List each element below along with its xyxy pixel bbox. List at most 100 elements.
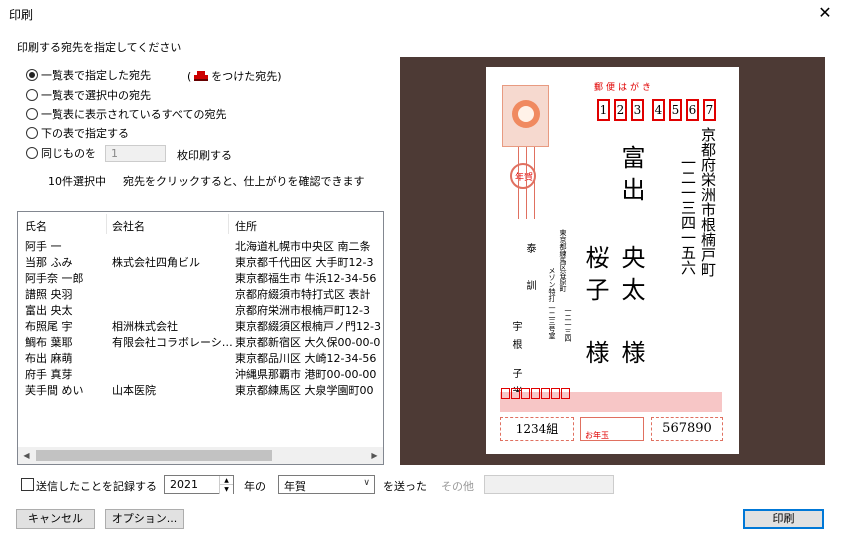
scroll-left-icon[interactable]: ◀	[18, 447, 35, 464]
radio-button[interactable]	[26, 147, 38, 159]
recipient-address-1: 京都府栄洲市根楠戸町	[699, 127, 717, 277]
greeting-kind-select[interactable]: 年賀 ∨	[278, 475, 375, 494]
cell-name: 阿手奈 一郎	[25, 272, 84, 285]
address-list[interactable]: 氏名 会社名 住所 阿手 一 北海道札幌市中央区 南二条 当那 ふみ 株式会社四…	[17, 211, 384, 465]
spin-down-icon[interactable]: ▼	[219, 485, 233, 494]
selection-count: 10件選択中	[48, 175, 106, 188]
sender-address-number: 一二一三四	[564, 307, 572, 342]
print-button[interactable]: 印刷	[743, 509, 824, 529]
list-row[interactable]: 府手 真芽 沖縄県那覇市 港町00-00-00	[18, 365, 383, 381]
print-preview-panel: 郵便はがき 1 2 3 4 5 6 7 年賀 京都府栄洲市根楠戸町 一二一三四一…	[400, 57, 825, 465]
cell-name: 芙手間 めい	[25, 384, 84, 397]
radio-option-list-selected[interactable]: 一覧表で選択中の宛先	[26, 87, 151, 103]
cell-name: 阿手 一	[25, 240, 62, 253]
list-row[interactable]: 布出 麻萌 東京都品川区 大崎12-34-56	[18, 349, 383, 365]
recipient-honorific-1: 様	[617, 340, 645, 364]
other-input[interactable]	[484, 475, 614, 494]
zip-digit: 4	[652, 99, 665, 121]
recipient-family-name: 富出	[617, 145, 645, 209]
cell-address: 京都府栄洲市根楠戸町12-3	[235, 304, 370, 317]
year-unit-label: 年の	[244, 480, 266, 493]
recipient-honorific-2: 様	[581, 340, 609, 364]
list-row[interactable]: 鯛布 葉耶 有限会社コラボレーシ… 東京都新宿区 大久保00-00-0	[18, 333, 383, 349]
radio-option-same-copies[interactable]: 同じものを	[26, 145, 96, 161]
list-row[interactable]: 芙手間 めい 山本医院 東京都練馬区 大泉学園町00	[18, 381, 383, 397]
postmark-icon: 年賀	[510, 163, 536, 189]
radio-label: 一覧表で選択中の宛先	[41, 89, 151, 102]
header-company[interactable]: 会社名	[112, 218, 145, 234]
zip-digit: 1	[597, 99, 610, 121]
chevron-down-icon: ∨	[363, 478, 370, 488]
recipient-given-name-2: 桜子	[581, 245, 609, 309]
cancel-button[interactable]: キャンセル	[16, 509, 95, 529]
radio-label: 一覧表に表示されているすべての宛先	[41, 108, 227, 121]
zip-digit: 6	[686, 99, 699, 121]
list-row[interactable]: 阿手奈 一郎 東京都福生市 牛浜12-34-56	[18, 269, 383, 285]
spin-up-icon[interactable]: ▲	[219, 476, 233, 485]
kind-value: 年賀	[284, 480, 306, 493]
title-bar: 印刷 ✕	[0, 0, 844, 28]
cell-address: 東京都千代田区 大手町12-3	[235, 256, 374, 269]
scroll-right-icon[interactable]: ▶	[366, 447, 383, 464]
zip-digit: 5	[669, 99, 682, 121]
stamp-image	[502, 85, 549, 147]
cell-name: 布出 麻萌	[25, 352, 73, 365]
header-divider[interactable]	[228, 214, 229, 234]
print-mark-note: ( をつけた宛先)	[187, 68, 282, 84]
cell-name: 当那 ふみ	[25, 256, 73, 269]
radio-option-all-displayed[interactable]: 一覧表に表示されているすべての宛先	[26, 106, 226, 122]
list-row[interactable]: 富出 央太 京都府栄洲市根楠戸町12-3	[18, 301, 383, 317]
cell-address: 東京都練馬区 大泉学園町00	[235, 384, 374, 397]
header-divider[interactable]	[106, 214, 107, 234]
header-address[interactable]: 住所	[235, 218, 257, 234]
horizontal-scrollbar[interactable]: ◀ ▶	[18, 447, 383, 464]
instruction-text: 印刷する宛先を指定してください	[17, 41, 182, 54]
close-icon[interactable]: ✕	[814, 3, 836, 23]
radio-label: 一覧表で指定した宛先	[41, 69, 151, 82]
list-row[interactable]: 阿手 一 北海道札幌市中央区 南二条	[18, 237, 383, 253]
copies-suffix-label: 枚印刷する	[177, 149, 232, 162]
cell-address: 沖縄県那覇市 港町00-00-00	[235, 368, 377, 381]
cell-address: 京都府綴須市特打式区 表計	[235, 288, 371, 301]
recipient-given-name-1: 央太	[617, 245, 645, 309]
lottery-number: 567890	[651, 417, 723, 441]
cell-name: 府手 真芽	[25, 368, 73, 381]
lottery-label: お年玉	[585, 431, 609, 440]
zip-digit: 7	[703, 99, 716, 121]
sent-label: を送った	[383, 480, 427, 493]
cell-company: 株式会社四角ビル	[112, 256, 200, 269]
list-row[interactable]: 布照尾 宇 相洲株式会社 東京都綴須区根楠戸ノ門12-3	[18, 317, 383, 333]
cell-address: 東京都福生市 牛浜12-34-56	[235, 272, 377, 285]
recipient-address-2: 一二一三四一五六	[679, 155, 697, 275]
scrollbar-thumb[interactable]	[36, 450, 272, 461]
radio-button[interactable]	[26, 69, 38, 81]
postcard-preview[interactable]: 郵便はがき 1 2 3 4 5 6 7 年賀 京都府栄洲市根楠戸町 一二一三四一…	[486, 67, 739, 454]
cell-company: 山本医院	[112, 384, 156, 397]
cell-address: 東京都新宿区 大久保00-00-0	[235, 336, 381, 349]
lottery-emblem: お年玉	[580, 417, 644, 441]
radio-option-list-specified[interactable]: 一覧表で指定した宛先	[26, 67, 151, 83]
record-sent-label[interactable]: 送信したことを記録する	[36, 478, 157, 494]
year-value: 2021	[170, 478, 198, 491]
note-text: をつけた宛先)	[211, 70, 282, 83]
cell-address: 東京都綴須区根楠戸ノ門12-3	[235, 320, 381, 333]
cell-name: 布照尾 宇	[25, 320, 73, 333]
header-name[interactable]: 氏名	[25, 218, 47, 234]
cell-address: 東京都品川区 大崎12-34-56	[235, 352, 377, 365]
radio-option-table-below[interactable]: 下の表で指定する	[26, 125, 129, 141]
sender-address-1: 東京都練馬区谷原町	[559, 229, 567, 292]
radio-button[interactable]	[26, 127, 38, 139]
year-spinner[interactable]: 2021 ▲ ▼	[164, 475, 234, 494]
radio-button[interactable]	[26, 108, 38, 120]
list-row[interactable]: 当那 ふみ 株式会社四角ビル 東京都千代田区 大手町12-3	[18, 253, 383, 269]
copies-input[interactable]: 1	[105, 145, 166, 162]
radio-label: 下の表で指定する	[41, 127, 129, 140]
sender-address-2: メゾン特打 一二三号室	[548, 267, 556, 340]
radio-button[interactable]	[26, 89, 38, 101]
options-button[interactable]: オプション...	[105, 509, 184, 529]
list-row[interactable]: 譜照 央羽 京都府綴須市特打式区 表計	[18, 285, 383, 301]
cell-address: 北海道札幌市中央区 南二条	[235, 240, 371, 253]
postcard-header: 郵便はがき	[594, 83, 655, 93]
lottery-group: 1234組	[500, 417, 574, 441]
record-sent-checkbox[interactable]	[21, 478, 34, 491]
